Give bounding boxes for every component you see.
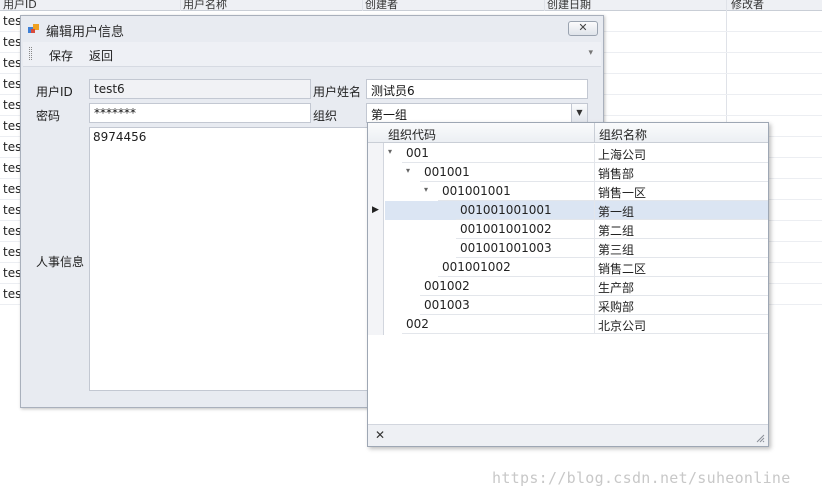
col-header-org-code[interactable]: 组织代码	[388, 126, 436, 143]
tree-row[interactable]: ▶ 001001001001 第一组	[368, 201, 768, 220]
org-code-cell: 002	[406, 317, 429, 331]
tree-row[interactable]: 002 北京公司	[368, 315, 768, 334]
org-name-cell: 第二组	[598, 224, 635, 238]
org-name-cell: 生产部	[598, 281, 635, 295]
user-name-field[interactable]: 测试员6	[366, 79, 588, 99]
grid-cell-user-id[interactable]: tes	[3, 56, 21, 70]
org-tree-popup: 组织代码 组织名称 ▾ 001 上海公司 ▾ 001001 销售部 ▾ 001001001 销售…	[367, 122, 769, 447]
org-name-cell: 北京公司	[598, 319, 647, 333]
org-name-cell: 采购部	[598, 300, 635, 314]
toolbar-options-icon[interactable]: ▾	[588, 48, 593, 58]
org-code-cell: 001001	[424, 165, 470, 179]
grid-cell-user-id[interactable]: tes	[3, 14, 21, 28]
grid-col-user-name[interactable]: 用户名称	[183, 0, 227, 12]
expand-toggle-icon[interactable]: ▾	[388, 147, 392, 156]
grid-col-modifier[interactable]: 修改者	[731, 0, 764, 12]
header-divider	[594, 123, 595, 143]
tree-row[interactable]: ▾ 001001001 销售一区	[368, 182, 768, 201]
password-field[interactable]: *******	[89, 103, 311, 123]
org-code-cell: 001003	[424, 298, 470, 312]
column-divider	[594, 296, 595, 315]
column-divider	[594, 258, 595, 277]
grid-cell-user-id[interactable]: tes	[3, 203, 21, 217]
save-button[interactable]: 保存	[49, 47, 73, 64]
selected-row-highlight	[385, 201, 768, 220]
watermark: https://blog.csdn.net/suheonline	[492, 469, 791, 487]
back-button[interactable]: 返回	[89, 47, 113, 64]
grid-col-user-id[interactable]: 用户ID	[3, 0, 37, 12]
grid-cell-user-id[interactable]: tes	[3, 77, 21, 91]
grid-cell-user-id[interactable]: tes	[3, 245, 21, 259]
user-name-label: 用户姓名	[313, 85, 362, 99]
org-code-cell: 001001002	[442, 260, 511, 274]
org-code-cell: 001001001	[442, 184, 511, 198]
org-code-cell: 001001001001	[460, 203, 552, 217]
resize-grip-icon[interactable]	[755, 433, 765, 443]
grid-header: 用户ID 用户名称 创建者 创建日期 修改者	[0, 0, 822, 11]
chevron-down-icon[interactable]: ▼	[571, 104, 587, 122]
close-button[interactable]: ✕	[568, 21, 598, 36]
org-name-cell: 销售一区	[598, 186, 647, 200]
grid-cell-user-id[interactable]: tes	[3, 224, 21, 238]
grid-cell-user-id[interactable]: tes	[3, 35, 21, 49]
grid-col-creator[interactable]: 创建者	[365, 0, 398, 12]
password-label: 密码	[36, 109, 61, 123]
expand-toggle-icon[interactable]: ▾	[406, 166, 410, 175]
tree-row[interactable]: 001001002 销售二区	[368, 258, 768, 277]
org-label: 组织	[313, 109, 338, 123]
grid-cell-user-id[interactable]: tes	[3, 98, 21, 112]
dialog-titlebar[interactable]: 编辑用户信息 ✕	[21, 16, 603, 42]
user-id-field[interactable]: test6	[89, 79, 311, 99]
grid-cell-user-id[interactable]: tes	[3, 266, 21, 280]
org-name-cell: 销售二区	[598, 262, 647, 276]
popup-footer: ✕	[368, 424, 768, 446]
hr-info-label: 人事信息	[36, 255, 85, 269]
org-code-cell: 001001001002	[460, 222, 552, 236]
grid-cell-user-id[interactable]: tes	[3, 140, 21, 154]
tree-row[interactable]: 001002 生产部	[368, 277, 768, 296]
dialog-title: 编辑用户信息	[46, 25, 125, 40]
tree-row[interactable]: 001001001002 第二组	[368, 220, 768, 239]
popup-close-icon[interactable]: ✕	[375, 428, 385, 442]
tree-row[interactable]: 001003 采购部	[368, 296, 768, 315]
grid-cell-user-id[interactable]: tes	[3, 161, 21, 175]
tree-row[interactable]: ▾ 001 上海公司	[368, 144, 768, 163]
org-name-cell: 销售部	[598, 167, 635, 181]
toolbar-grip[interactable]	[29, 47, 32, 60]
app-icon	[28, 24, 39, 33]
org-code-cell: 001002	[424, 279, 470, 293]
current-row-indicator-icon: ▶	[372, 205, 379, 215]
org-code-cell: 001	[406, 146, 429, 160]
grid-cell-user-id[interactable]: tes	[3, 287, 21, 301]
grid-divider	[362, 0, 363, 11]
org-name-cell: 上海公司	[598, 148, 647, 162]
hr-info-text: 8974456	[93, 130, 147, 144]
expand-toggle-icon[interactable]: ▾	[424, 185, 428, 194]
org-combo-value: 第一组	[371, 108, 408, 122]
column-divider	[594, 239, 595, 258]
user-id-label: 用户ID	[36, 85, 73, 99]
grid-cell-user-id[interactable]: tes	[3, 182, 21, 196]
column-divider	[594, 144, 595, 163]
org-code-cell: 001001001003	[460, 241, 552, 255]
column-divider	[594, 201, 595, 220]
column-divider	[594, 163, 595, 182]
tree-header: 组织代码 组织名称	[368, 123, 768, 143]
dialog-toolbar: 保存 返回 ▾	[23, 42, 601, 67]
row-line	[402, 333, 768, 334]
tree-row[interactable]: ▾ 001001 销售部	[368, 163, 768, 182]
grid-cell-user-id[interactable]: tes	[3, 119, 21, 133]
grid-col-create-date[interactable]: 创建日期	[547, 0, 591, 12]
org-name-cell: 第一组	[598, 205, 635, 219]
org-name-cell: 第三组	[598, 243, 635, 257]
tree-row[interactable]: 001001001003 第三组	[368, 239, 768, 258]
column-divider	[594, 277, 595, 296]
grid-divider	[544, 0, 545, 11]
column-divider	[594, 182, 595, 201]
org-combo[interactable]: 第一组 ▼	[366, 103, 588, 123]
column-divider	[594, 220, 595, 239]
col-header-org-name[interactable]: 组织名称	[599, 126, 647, 143]
column-divider	[594, 315, 595, 334]
grid-divider	[180, 0, 181, 11]
